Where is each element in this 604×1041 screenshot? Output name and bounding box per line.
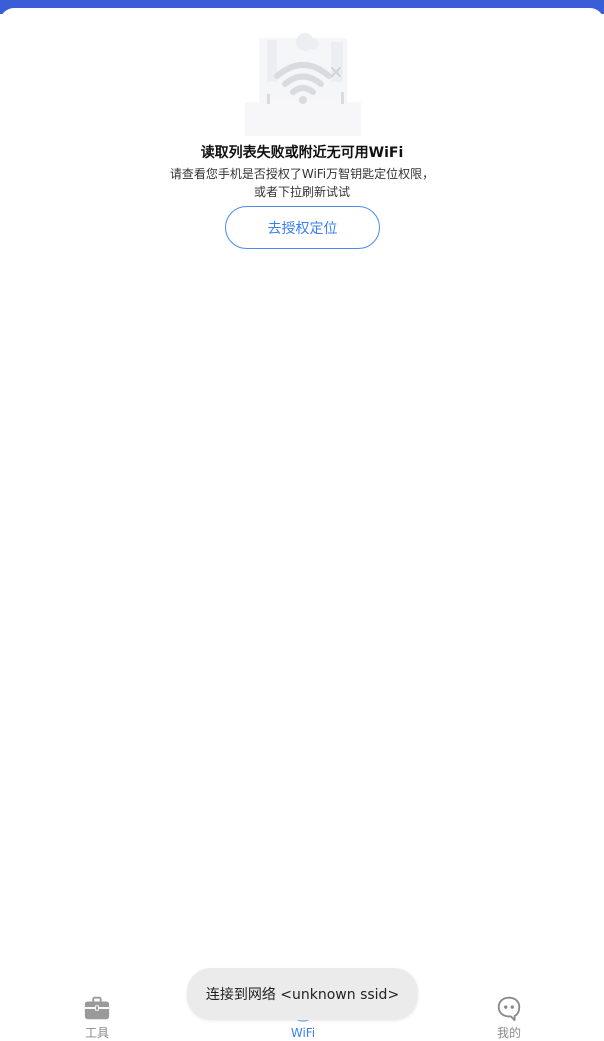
empty-state-description: 请查看您手机是否授权了WiFi万智钥匙定位权限， 或者下拉刷新试试 — [160, 165, 444, 201]
toolbox-icon — [84, 996, 110, 1020]
empty-state-title: 读取列表失败或附近无可用WiFi — [200, 145, 404, 161]
tab-mine[interactable]: 我的 — [449, 985, 569, 1041]
tab-label: 我的 — [496, 1026, 521, 1040]
chat-face-icon — [497, 996, 521, 1022]
main-sheet: 读取列表失败或附近无可用WiFi 请查看您手机是否授权了WiFi万智钥匙定位权限… — [0, 8, 604, 1041]
tab-label: 工具 — [84, 1026, 109, 1040]
wifi-error-illustration — [245, 33, 361, 136]
tab-tools[interactable]: 工具 — [37, 985, 157, 1041]
description-line: 或者下拉刷新试试 — [253, 185, 350, 199]
connection-toast: 连接到网络 <unknown ssid> — [187, 968, 418, 1020]
tab-label: WiFi — [290, 1026, 316, 1040]
description-line: 请查看您手机是否授权了WiFi万智钥匙定位权限， — [169, 167, 435, 181]
authorize-location-button[interactable]: 去授权定位 — [225, 206, 380, 249]
